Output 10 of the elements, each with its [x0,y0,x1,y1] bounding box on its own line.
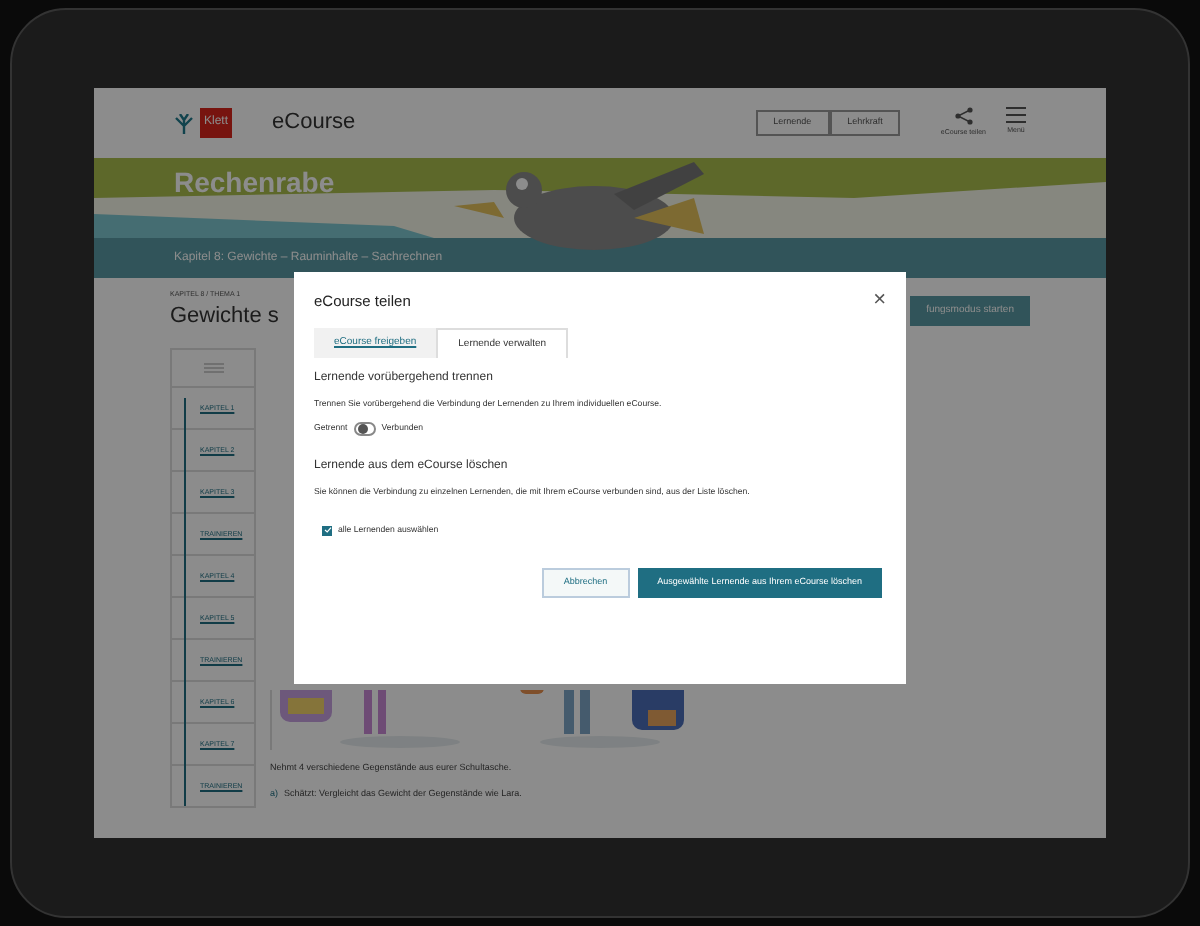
page-heading: Gewichte s [170,302,279,333]
share-icon [953,106,974,127]
close-button[interactable]: × [873,290,886,313]
list-icon [203,362,223,375]
toggle-switch[interactable] [353,421,376,436]
banner-title: Rechenrabe [174,164,335,202]
menu-icon [1006,106,1026,125]
checkbox[interactable] [322,525,332,536]
plant-icon [174,113,194,133]
product-name: eCourse [272,108,356,139]
